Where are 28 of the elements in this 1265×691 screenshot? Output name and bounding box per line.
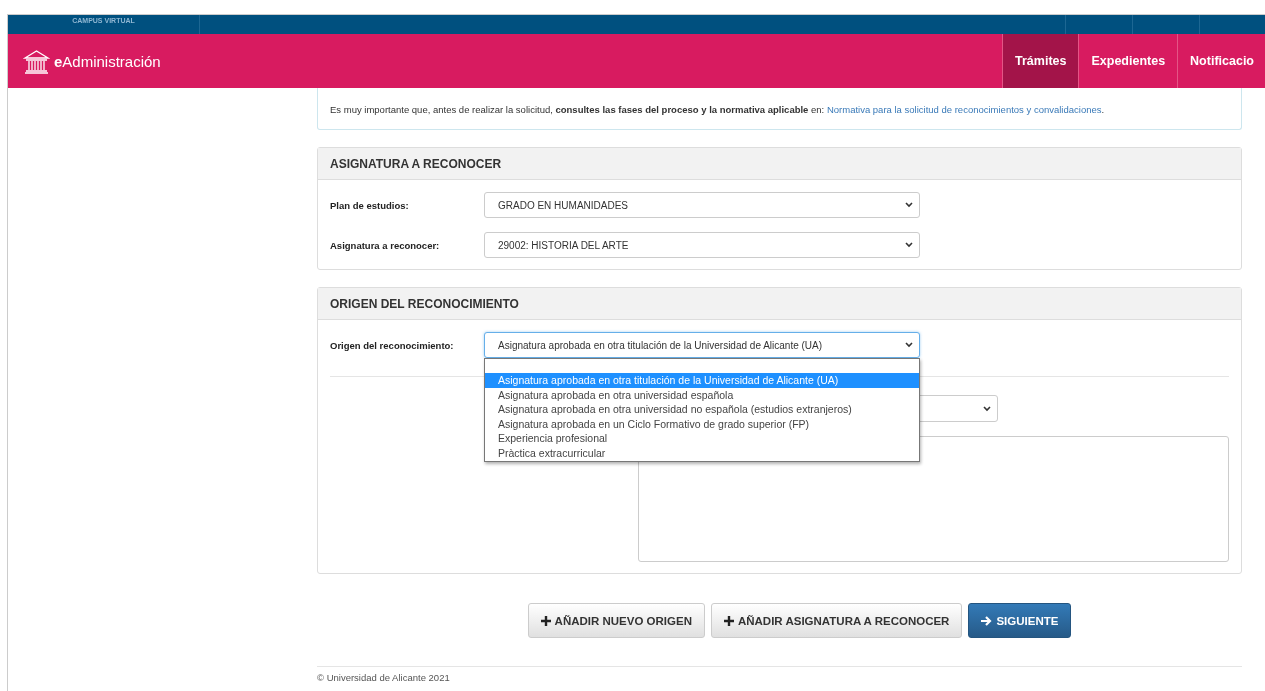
dropdown-option[interactable]: Asignatura aprobada en otra universidad no española (estudios extranjeros): [485, 402, 919, 417]
plus-icon: [540, 615, 551, 626]
nav-tab[interactable]: Expedientes: [1078, 34, 1178, 88]
nav-tab[interactable]: Trámites: [1002, 34, 1079, 88]
field-label: Plan de estudios:: [330, 199, 410, 211]
arrow-right-icon: [981, 615, 993, 626]
add-button[interactable]: AÑADIR NUEVO ORIGEN: [527, 603, 705, 638]
app-title: eAdministración: [54, 52, 161, 70]
panel-title: ORIGEN DEL RECONOCIMIENTO: [318, 288, 1241, 320]
dropdown-option[interactable]: Experiencia profesional: [485, 431, 919, 446]
field-label: Asignatura a reconocer:: [330, 239, 441, 251]
select-field[interactable]: Asignatura aprobada en otra titulación de la Universidad de Alicante (UA): [484, 332, 920, 358]
next-button[interactable]: SIGUIENTE: [968, 603, 1072, 638]
field-label: Origen del reconocimiento:: [330, 339, 455, 351]
select-field[interactable]: 29002: HISTORIA DEL ARTE: [484, 232, 920, 258]
select-field[interactable]: GRADO EN HUMANIDADES: [484, 192, 920, 218]
chevron-icon: [983, 405, 991, 412]
notice-text: Es muy importante que, antes de realizar la solicitud, consultes las fases del proceso y la normativa aplicable en: Normativa para la solicitud de reconocimientos y convalidaciones.: [330, 104, 1105, 115]
chevron-icon: [905, 202, 913, 208]
bank-icon: [23, 48, 50, 74]
plus-icon: [723, 615, 734, 626]
add-button[interactable]: AÑADIR ASIGNATURA A RECONOCER: [710, 603, 963, 638]
regulations-link[interactable]: Normativa para la solicitud de reconocimientos y convalidaciones: [826, 104, 1102, 115]
chevron-icon: [905, 242, 913, 248]
nav-tab[interactable]: Notificacio: [1177, 34, 1265, 88]
chevron-icon: [905, 342, 913, 348]
copyright-text: © Universidad de Alicante 2021: [317, 671, 451, 683]
panel-title: ASIGNATURA A RECONOCER: [318, 148, 1241, 180]
